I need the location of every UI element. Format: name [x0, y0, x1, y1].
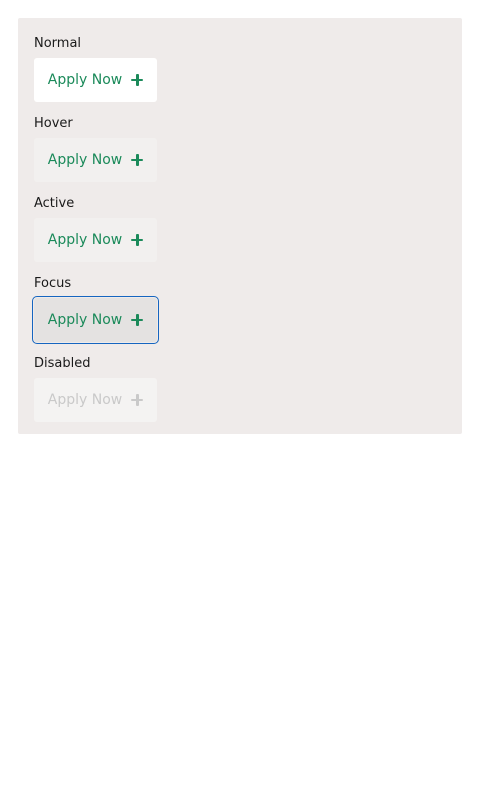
plus-icon: [131, 394, 144, 406]
button-states-panel: Normal Apply Now Hover Apply Now Active …: [18, 18, 462, 434]
apply-now-button-focus[interactable]: Apply Now: [32, 296, 159, 344]
apply-now-label: Apply Now: [47, 312, 123, 328]
apply-now-button-hover[interactable]: Apply Now: [34, 138, 157, 182]
plus-icon: [131, 154, 144, 166]
state-disabled: Disabled Apply Now: [34, 356, 157, 422]
state-label-focus: Focus: [34, 276, 72, 291]
state-label-hover: Hover: [34, 116, 73, 131]
state-label-normal: Normal: [34, 36, 82, 51]
state-hover: Hover Apply Now: [34, 116, 157, 182]
apply-now-label: Apply Now: [47, 72, 123, 88]
apply-now-label: Apply Now: [47, 392, 123, 408]
state-label-disabled: Disabled: [34, 356, 91, 371]
apply-now-button-active[interactable]: Apply Now: [34, 218, 157, 262]
apply-now-label: Apply Now: [47, 232, 123, 248]
state-label-active: Active: [34, 196, 75, 211]
state-focus: Focus Apply Now: [32, 276, 159, 344]
plus-icon: [131, 74, 144, 86]
state-normal: Normal Apply Now: [34, 36, 157, 102]
apply-now-label: Apply Now: [47, 152, 123, 168]
plus-icon: [131, 234, 144, 246]
state-active: Active Apply Now: [34, 196, 157, 262]
apply-now-button-disabled: Apply Now: [34, 378, 157, 422]
apply-now-button-normal[interactable]: Apply Now: [34, 58, 157, 102]
plus-icon: [131, 314, 144, 326]
